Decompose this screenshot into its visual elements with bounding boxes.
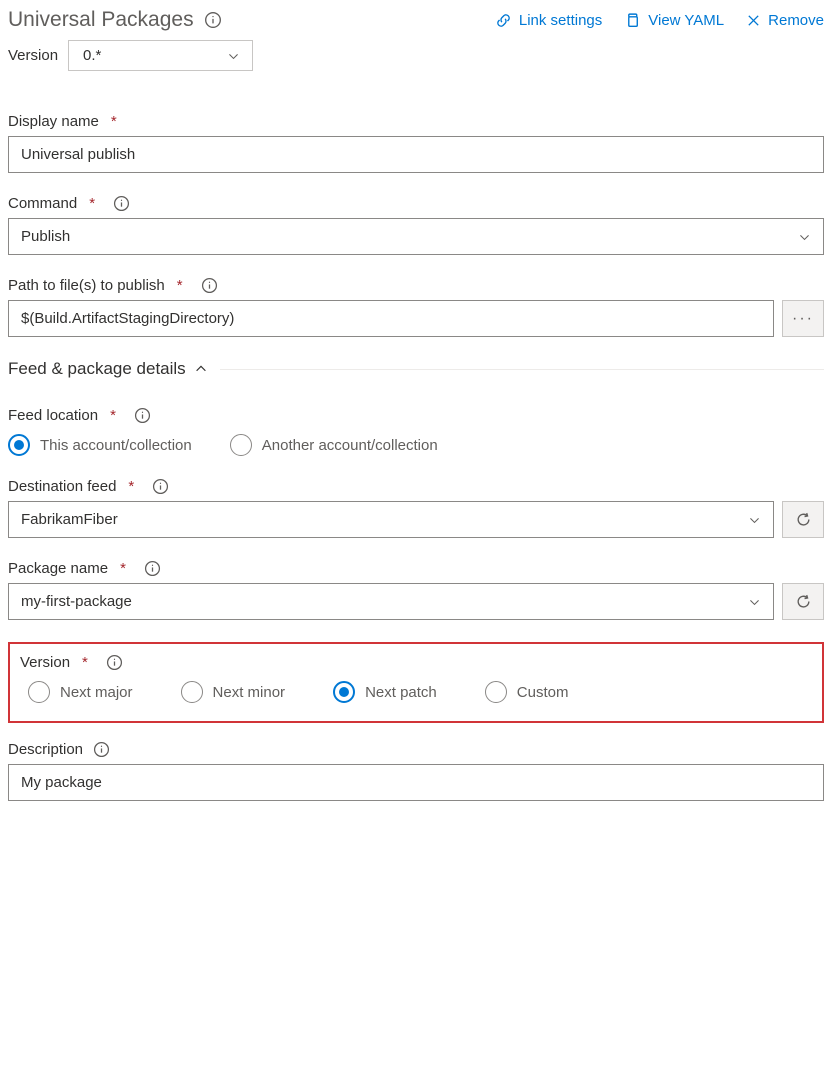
radio-feed-another[interactable]: Another account/collection xyxy=(230,434,438,456)
package-name-select[interactable]: my-first-package xyxy=(8,583,774,620)
required-marker: * xyxy=(89,195,95,212)
section-title: Feed & package details xyxy=(8,359,186,379)
version-top-label: Version xyxy=(8,47,58,64)
version-label: Version xyxy=(20,654,70,671)
destination-feed-field: Destination feed * FabrikamFiber xyxy=(8,478,824,538)
link-settings-button[interactable]: Link settings xyxy=(495,12,602,29)
radio-label: Another account/collection xyxy=(262,437,438,454)
refresh-button[interactable] xyxy=(782,583,824,620)
radio-feed-this[interactable]: This account/collection xyxy=(8,434,192,456)
path-label: Path to file(s) to publish xyxy=(8,277,165,294)
display-name-field: Display name * xyxy=(8,113,824,173)
destination-feed-label: Destination feed xyxy=(8,478,116,495)
command-value: Publish xyxy=(21,228,70,245)
required-marker: * xyxy=(111,113,117,130)
section-feed-package-details[interactable]: Feed & package details xyxy=(8,359,824,379)
required-marker: * xyxy=(128,478,134,495)
radio-next-minor[interactable]: Next minor xyxy=(181,681,286,703)
more-icon: ··· xyxy=(792,310,814,328)
radio-icon xyxy=(230,434,252,456)
required-marker: * xyxy=(82,654,88,671)
destination-feed-select[interactable]: FabrikamFiber xyxy=(8,501,774,538)
chevron-down-icon xyxy=(798,230,811,243)
destination-feed-value: FabrikamFiber xyxy=(21,511,118,528)
radio-icon xyxy=(8,434,30,456)
info-icon[interactable] xyxy=(152,478,169,495)
description-label: Description xyxy=(8,741,83,758)
radio-icon xyxy=(333,681,355,703)
radio-icon xyxy=(28,681,50,703)
version-top-row: Version 0.* xyxy=(8,40,824,71)
radio-label: Custom xyxy=(517,684,569,701)
refresh-icon xyxy=(795,593,812,610)
required-marker: * xyxy=(110,407,116,424)
command-field: Command * Publish xyxy=(8,195,824,255)
package-name-value: my-first-package xyxy=(21,593,132,610)
path-field: Path to file(s) to publish * ··· xyxy=(8,277,824,337)
link-settings-label: Link settings xyxy=(519,12,602,29)
radio-icon xyxy=(181,681,203,703)
description-field: Description xyxy=(8,741,824,801)
view-yaml-button[interactable]: View YAML xyxy=(624,12,724,29)
feed-location-field: Feed location * This account/collection A… xyxy=(8,407,824,456)
description-input[interactable] xyxy=(8,764,824,801)
version-top-select[interactable]: 0.* xyxy=(68,40,253,71)
radio-label: Next patch xyxy=(365,684,437,701)
required-marker: * xyxy=(120,560,126,577)
info-icon[interactable] xyxy=(144,560,161,577)
page-title: Universal Packages xyxy=(8,8,194,32)
info-icon[interactable] xyxy=(106,654,123,671)
remove-label: Remove xyxy=(768,12,824,29)
version-highlight-box: Version * Next major Next minor Next patc… xyxy=(8,642,824,723)
refresh-button[interactable] xyxy=(782,501,824,538)
command-label: Command xyxy=(8,195,77,212)
radio-label: Next major xyxy=(60,684,133,701)
display-name-input[interactable] xyxy=(8,136,824,173)
required-marker: * xyxy=(177,277,183,294)
header-row: Universal Packages Link settings View YA… xyxy=(8,8,824,32)
path-input[interactable] xyxy=(8,300,774,337)
command-select[interactable]: Publish xyxy=(8,218,824,255)
divider xyxy=(220,369,824,370)
package-name-field: Package name * my-first-package xyxy=(8,560,824,620)
info-icon[interactable] xyxy=(201,277,218,294)
display-name-label: Display name xyxy=(8,113,99,130)
info-icon[interactable] xyxy=(134,407,151,424)
version-top-value: 0.* xyxy=(83,47,101,64)
chevron-down-icon xyxy=(227,49,240,62)
package-name-label: Package name xyxy=(8,560,108,577)
remove-button[interactable]: Remove xyxy=(746,12,824,29)
chevron-up-icon xyxy=(194,362,208,376)
info-icon[interactable] xyxy=(93,741,110,758)
radio-custom[interactable]: Custom xyxy=(485,681,569,703)
radio-next-patch[interactable]: Next patch xyxy=(333,681,437,703)
info-icon[interactable] xyxy=(113,195,130,212)
radio-next-major[interactable]: Next major xyxy=(28,681,133,703)
radio-label: Next minor xyxy=(213,684,286,701)
action-links: Link settings View YAML Remove xyxy=(495,12,824,29)
feed-location-label: Feed location xyxy=(8,407,98,424)
chevron-down-icon xyxy=(748,513,761,526)
chevron-down-icon xyxy=(748,595,761,608)
refresh-icon xyxy=(795,511,812,528)
info-icon[interactable] xyxy=(204,11,222,29)
radio-label: This account/collection xyxy=(40,437,192,454)
browse-button[interactable]: ··· xyxy=(782,300,824,337)
view-yaml-label: View YAML xyxy=(648,12,724,29)
radio-icon xyxy=(485,681,507,703)
